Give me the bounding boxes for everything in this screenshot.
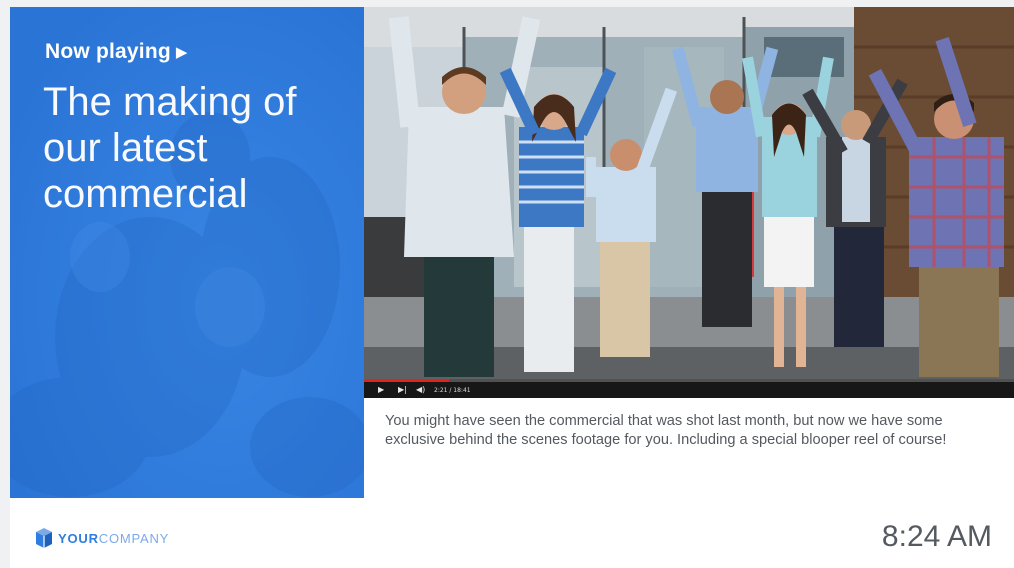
video-time: 2:21 / 18:41 [434, 387, 471, 394]
progress-bar[interactable] [364, 379, 1014, 382]
video-frame [364, 7, 1014, 398]
logo-text-company: COMPANY [98, 530, 170, 546]
clock: 8:24 AM [881, 520, 992, 553]
video-description: You might have seen the commercial that … [385, 413, 947, 448]
play-triangle-icon: ▶ [175, 44, 188, 61]
video-player[interactable]: ▶ ▶| ◀) 2:21 / 18:41 [364, 7, 1014, 398]
now-playing-label: Now playing ▶ [45, 40, 188, 64]
progress-fill [364, 379, 449, 382]
signage-screen: Now playing ▶ The making of our latest co… [0, 0, 1014, 568]
now-playing-text: Now playing [45, 40, 171, 63]
volume-icon[interactable]: ◀) [416, 385, 425, 395]
company-logo: YOUR COMPANY [36, 527, 169, 549]
video-title: The making of our latest commercial [43, 80, 297, 216]
skip-next-icon[interactable]: ▶| [398, 385, 407, 395]
logo-text-your: YOUR [58, 530, 99, 546]
footer: YOUR COMPANY 8:24 AM [10, 498, 1014, 568]
content-card: Now playing ▶ The making of our latest co… [10, 7, 1014, 568]
cube-logo-icon [36, 528, 52, 548]
hero-panel: Now playing ▶ The making of our latest co… [10, 7, 364, 498]
video-controls: ▶ ▶| ◀) 2:21 / 18:41 [364, 379, 1014, 398]
play-icon[interactable]: ▶ [378, 385, 384, 395]
